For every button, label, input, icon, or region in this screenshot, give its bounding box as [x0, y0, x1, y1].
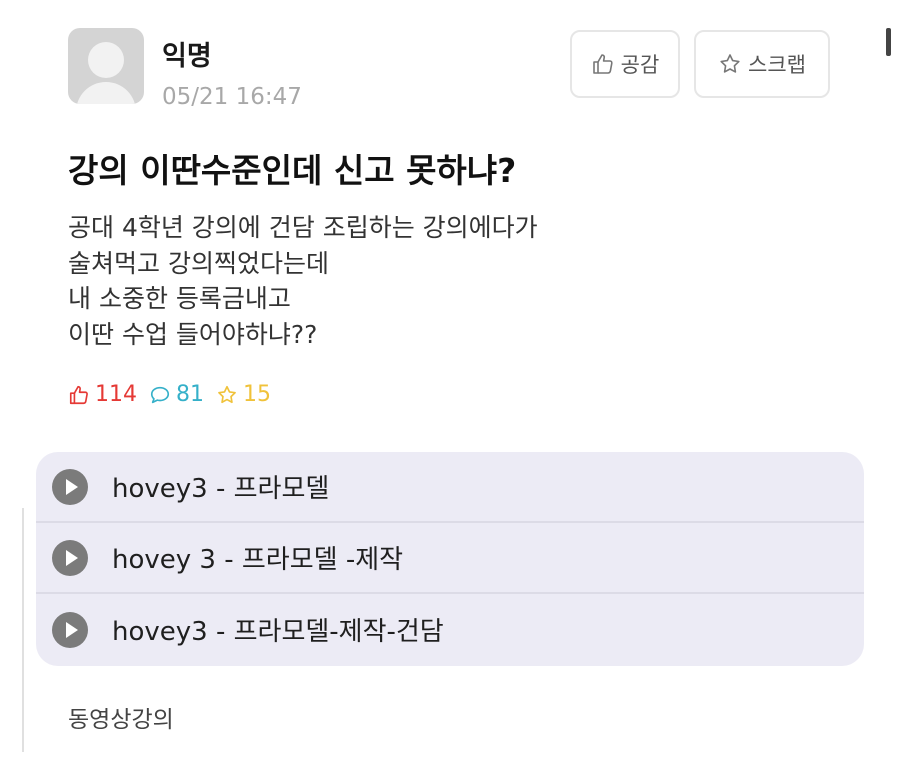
post-stats: 114 81 15 [68, 382, 283, 407]
video-title: hovey 3 - 프라모델 -제작 [112, 545, 404, 575]
play-icon[interactable] [52, 539, 88, 576]
video-title: hovey3 - 프라모델-제작-건담 [112, 617, 444, 647]
scrap-button[interactable]: 스크랩 [694, 30, 830, 98]
star-icon [720, 54, 740, 73]
like-button[interactable]: 공감 [570, 30, 680, 98]
author-name: 익명 [162, 41, 212, 72]
post-body-line: 내 소중한 등록금내고 [68, 284, 291, 313]
post-card: 익명 05/21 16:47 공감 스크랩 강의 이딴수준인데 신고 못하냐? … [0, 0, 900, 766]
comment-count-value: 81 [176, 382, 204, 407]
avatar [68, 28, 144, 104]
play-icon[interactable] [52, 468, 88, 505]
avatar-body-shape [76, 82, 136, 104]
divider [22, 508, 24, 752]
post-body: 공대 4학년 강의에 건담 조립하는 강의에다가 술쳐먹고 강의찍었다는데 내 … [68, 210, 538, 352]
video-item[interactable]: hovey 3 - 프라모델 -제작 [36, 523, 864, 594]
thumbs-up-icon [592, 54, 613, 74]
video-item[interactable]: hovey3 - 프라모델-제작-건담 [36, 594, 864, 665]
scrap-count: 15 [216, 382, 271, 407]
avatar-head-shape [88, 42, 124, 78]
video-item[interactable]: hovey3 - 프라모델 [36, 452, 864, 523]
video-lecture-list: hovey3 - 프라모델 hovey 3 - 프라모델 -제작 hovey3 … [36, 452, 864, 666]
caption-text: 동영상강의 [68, 707, 174, 733]
post-body-line: 이딴 수업 들어야하냐?? [68, 319, 318, 349]
comment-count: 81 [149, 382, 204, 407]
video-title: hovey3 - 프라모델 [112, 474, 330, 504]
scrap-button-label: 스크랩 [748, 53, 806, 77]
scrap-count-value: 15 [243, 382, 271, 407]
scrollbar-indicator[interactable] [886, 28, 891, 56]
like-count-value: 114 [95, 382, 137, 407]
like-count: 114 [68, 382, 137, 407]
post-timestamp: 05/21 16:47 [162, 84, 302, 110]
thumbs-up-icon [69, 385, 88, 404]
post-body-line: 술쳐먹고 강의찍었다는데 [68, 248, 329, 278]
play-icon[interactable] [52, 611, 88, 648]
speech-bubble-icon [150, 386, 170, 403]
star-icon [218, 385, 236, 403]
post-body-line: 공대 4학년 강의에 건담 조립하는 강의에다가 [68, 213, 538, 242]
like-button-label: 공감 [620, 53, 660, 77]
post-title: 강의 이딴수준인데 신고 못하냐? [68, 151, 517, 190]
